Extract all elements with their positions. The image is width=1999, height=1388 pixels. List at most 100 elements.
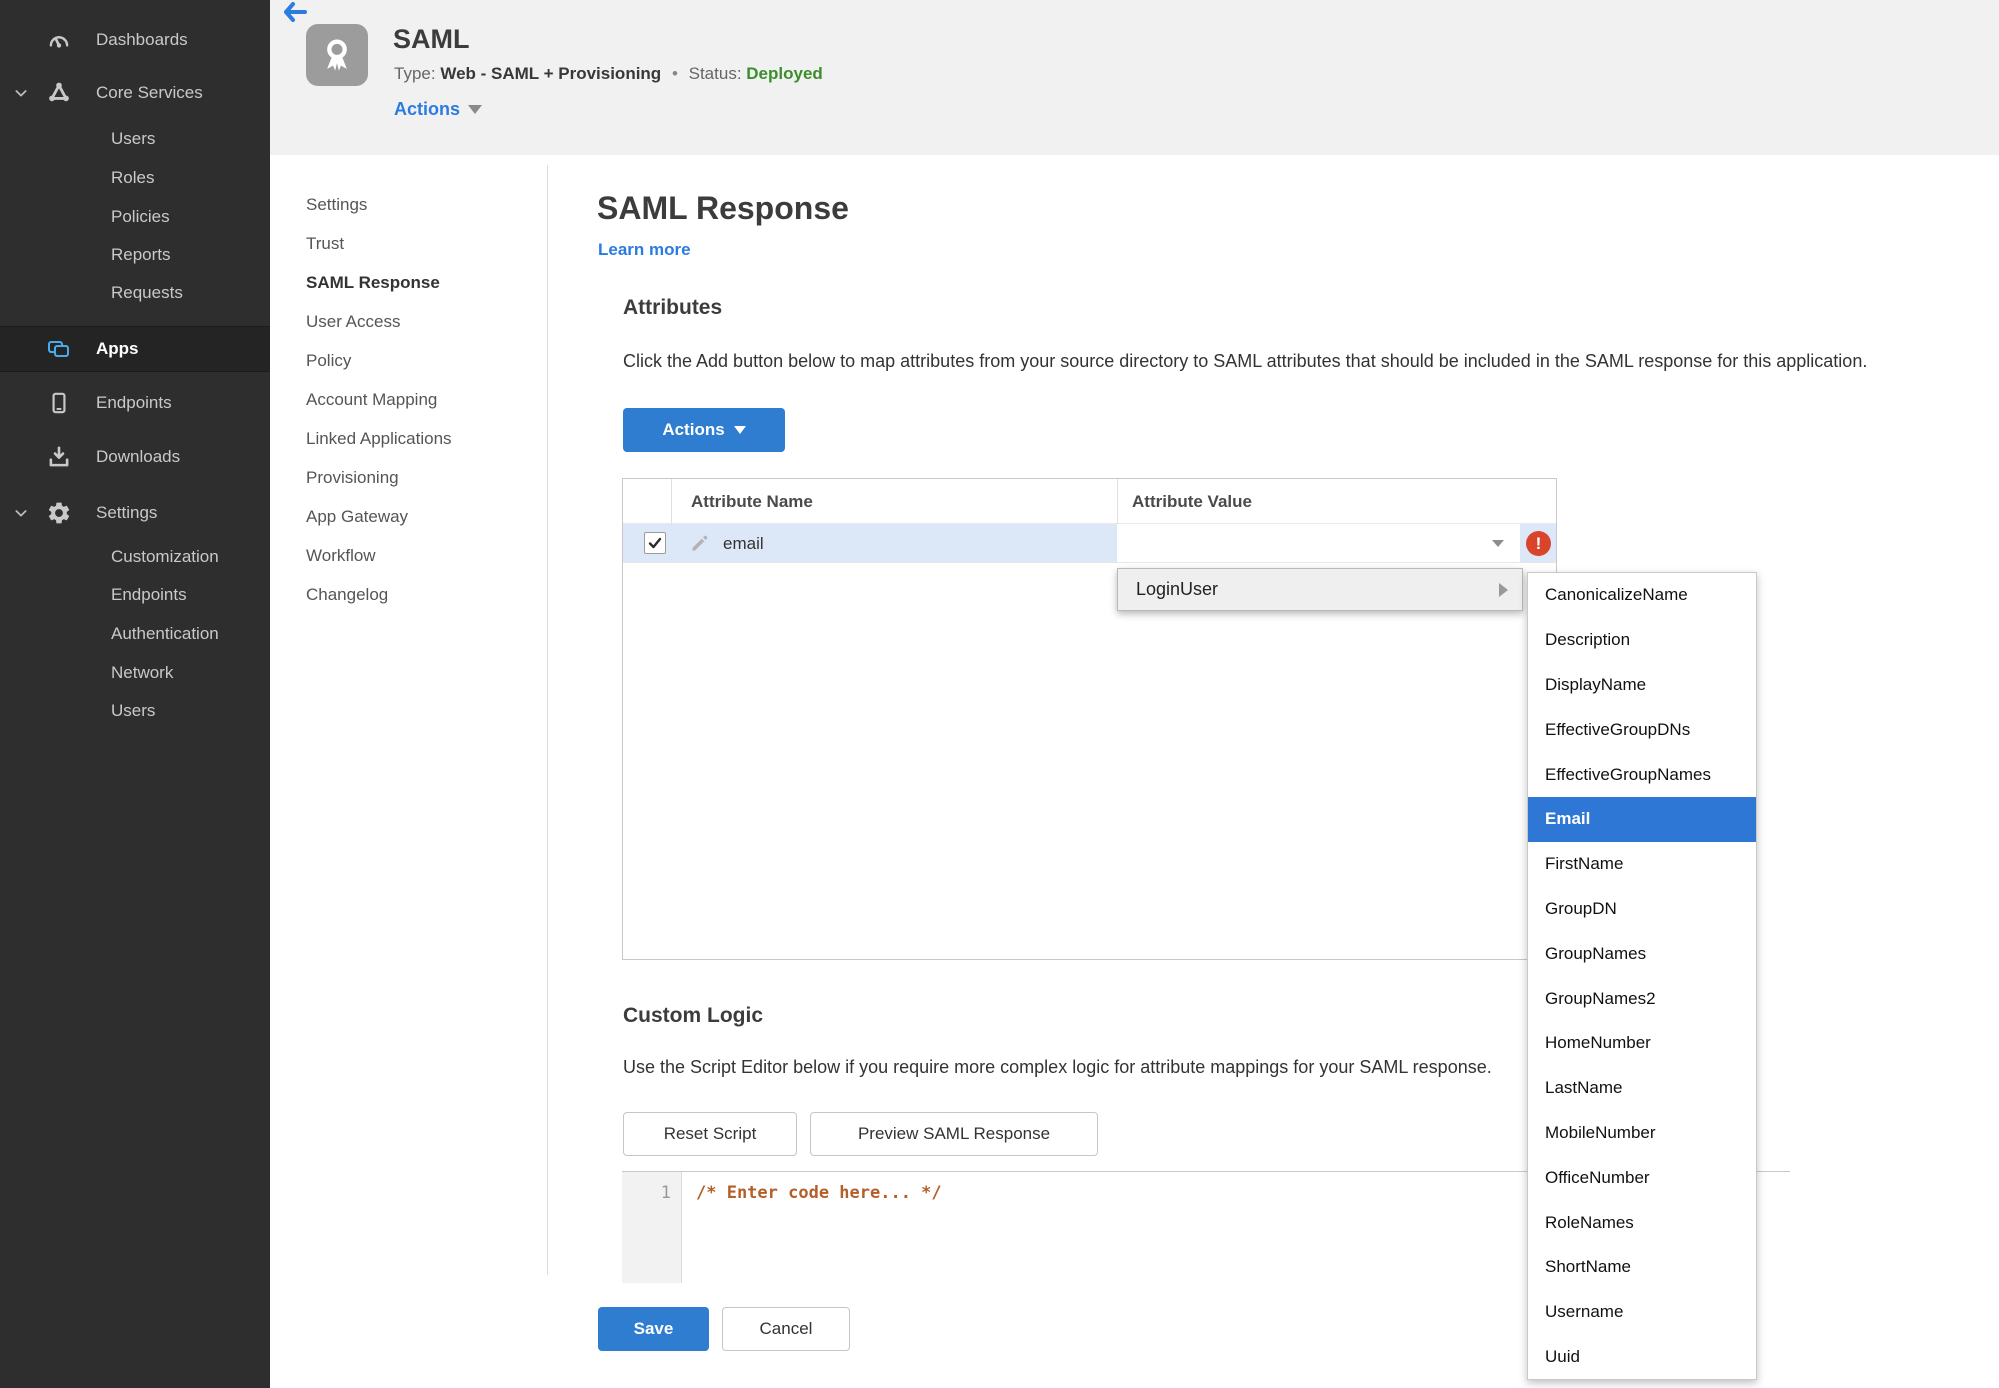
gear-icon (46, 500, 72, 526)
submenu-item-officenumber[interactable]: OfficeNumber (1528, 1155, 1756, 1200)
sidebar-item-label: Authentication (111, 624, 219, 643)
sidebar-item-label: Endpoints (111, 585, 187, 604)
preview-saml-response-button[interactable]: Preview SAML Response (810, 1112, 1098, 1156)
sidebar-item-settings[interactable]: Settings (0, 493, 270, 533)
sidebar-item-label: Customization (111, 547, 219, 566)
submenu-item-mobilenumber[interactable]: MobileNumber (1528, 1111, 1756, 1156)
submenu-item-effectivegroupdns[interactable]: EffectiveGroupDNs (1528, 707, 1756, 752)
table-row[interactable]: email ! (623, 524, 1556, 563)
type-label: Type: (394, 64, 436, 83)
subnav-item-provisioning[interactable]: Provisioning (306, 458, 399, 497)
sidebar-item-label: Apps (96, 339, 139, 358)
submenu-item-displayname[interactable]: DisplayName (1528, 663, 1756, 708)
subnav-item-trust[interactable]: Trust (306, 224, 344, 263)
submenu-item-description[interactable]: Description (1528, 618, 1756, 663)
sidebar-item-downloads[interactable]: Downloads (0, 437, 270, 477)
sidebar-item-label: Requests (111, 283, 183, 302)
sidebar-item-endpoints[interactable]: Endpoints (0, 383, 270, 423)
submenu-item-canonicalizename[interactable]: CanonicalizeName (1528, 573, 1756, 618)
subnav-item-settings[interactable]: Settings (306, 185, 367, 224)
editor-code[interactable]: /* Enter code here... */ (696, 1183, 942, 1203)
submenu-item-effectivegroupnames[interactable]: EffectiveGroupNames (1528, 752, 1756, 797)
custom-logic-heading: Custom Logic (623, 1004, 763, 1027)
sidebar-item-network[interactable]: Network (0, 654, 270, 692)
edit-pencil-icon[interactable] (689, 532, 711, 554)
download-icon (46, 444, 72, 470)
editor-gutter: 1 (622, 1172, 682, 1283)
submenu-item-lastname[interactable]: LastName (1528, 1066, 1756, 1111)
learn-more-link[interactable]: Learn more (598, 240, 691, 260)
sidebar-item-roles[interactable]: Roles (0, 159, 270, 197)
cancel-button[interactable]: Cancel (722, 1307, 850, 1351)
chevron-down-icon (1492, 540, 1504, 547)
page-title: SAML (393, 24, 470, 54)
header-actions-menu[interactable]: Actions (394, 99, 483, 120)
sidebar-item-reports[interactable]: Reports (0, 236, 270, 274)
sidebar-item-dashboards[interactable]: Dashboards (0, 20, 270, 60)
subnav-item-changelog[interactable]: Changelog (306, 575, 388, 614)
table-header: Attribute Name Attribute Value (623, 479, 1556, 524)
submenu-item-rolenames[interactable]: RoleNames (1528, 1200, 1756, 1245)
attributes-table: Attribute Name Attribute Value email ! (622, 478, 1557, 960)
status-badge: Deployed (746, 64, 823, 83)
row-checkbox[interactable] (644, 532, 666, 554)
line-number: 1 (660, 1183, 671, 1203)
separator-dot: • (671, 64, 678, 83)
app-meta: Type: Web - SAML + Provisioning • Status… (394, 64, 823, 84)
attributes-heading: Attributes (623, 296, 723, 319)
reset-script-button[interactable]: Reset Script (623, 1112, 797, 1156)
value-menu-label: LoginUser (1136, 579, 1219, 599)
page: Dashboards Core Services Users Roles Policie… (0, 0, 1999, 1388)
attribute-name-cell: email (723, 533, 764, 553)
sidebar-item-label: Settings (96, 503, 158, 522)
dashboard-icon (46, 27, 72, 53)
subnav-item-saml-response[interactable]: SAML Response (306, 263, 440, 302)
submenu-arrow-icon (1499, 582, 1508, 597)
core-services-icon (46, 80, 72, 106)
submenu-item-username[interactable]: Username (1528, 1290, 1756, 1335)
value-menu-loginuser[interactable]: LoginUser (1117, 568, 1523, 611)
submenu-item-groupnames2[interactable]: GroupNames2 (1528, 976, 1756, 1021)
column-header-attribute-value: Attribute Value (1132, 491, 1252, 511)
sidebar-item-policies[interactable]: Policies (0, 198, 270, 236)
submenu-item-email[interactable]: Email (1528, 796, 1756, 842)
subnav-item-user-access[interactable]: User Access (306, 302, 400, 341)
chevron-down-icon[interactable] (12, 84, 30, 102)
submenu-item-groupnames[interactable]: GroupNames (1528, 931, 1756, 976)
sidebar-item-users[interactable]: Users (0, 692, 270, 730)
subnav-item-workflow[interactable]: Workflow (306, 536, 376, 575)
sidebar-item-apps[interactable]: Apps (0, 326, 270, 372)
back-arrow-icon[interactable] (283, 2, 307, 22)
sidebar-item-label: Core Services (96, 83, 203, 102)
sidebar-item-core-services[interactable]: Core Services (0, 73, 270, 113)
endpoint-icon (46, 390, 72, 416)
sidebar-item-authentication[interactable]: Authentication (0, 615, 270, 653)
status-label: Status: (688, 64, 742, 83)
subnav-item-app-gateway[interactable]: App Gateway (306, 497, 408, 536)
submenu-item-homenumber[interactable]: HomeNumber (1528, 1021, 1756, 1066)
sidebar-item-users[interactable]: Users (0, 120, 270, 158)
section-title: SAML Response (597, 190, 849, 226)
sidebar-item-label: Reports (111, 245, 171, 264)
submenu-item-shortname[interactable]: ShortName (1528, 1245, 1756, 1290)
sidebar-item-customization[interactable]: Customization (0, 538, 270, 576)
subnav-item-policy[interactable]: Policy (306, 341, 351, 380)
content-divider (547, 165, 548, 1275)
sidebar-item-label: Policies (111, 207, 170, 226)
sidebar-item-label: Users (111, 129, 156, 148)
submenu-item-groupdn[interactable]: GroupDN (1528, 887, 1756, 932)
attributes-actions-label: Actions (662, 420, 725, 439)
submenu-item-uuid[interactable]: Uuid (1528, 1335, 1756, 1380)
subnav-item-linked-applications[interactable]: Linked Applications (306, 419, 452, 458)
chevron-down-icon[interactable] (12, 504, 30, 522)
submenu-item-firstname[interactable]: FirstName (1528, 842, 1756, 887)
attribute-value-dropdown[interactable] (1117, 524, 1520, 562)
sidebar-item-label: Endpoints (96, 393, 172, 412)
sidebar-item-endpoints[interactable]: Endpoints (0, 576, 270, 614)
attributes-actions-button[interactable]: Actions (623, 408, 785, 452)
type-value: Web - SAML + Provisioning (440, 64, 662, 83)
subnav-item-account-mapping[interactable]: Account Mapping (306, 380, 437, 419)
sidebar-item-label: Dashboards (96, 30, 188, 49)
sidebar-item-requests[interactable]: Requests (0, 274, 270, 312)
save-button[interactable]: Save (598, 1307, 709, 1351)
